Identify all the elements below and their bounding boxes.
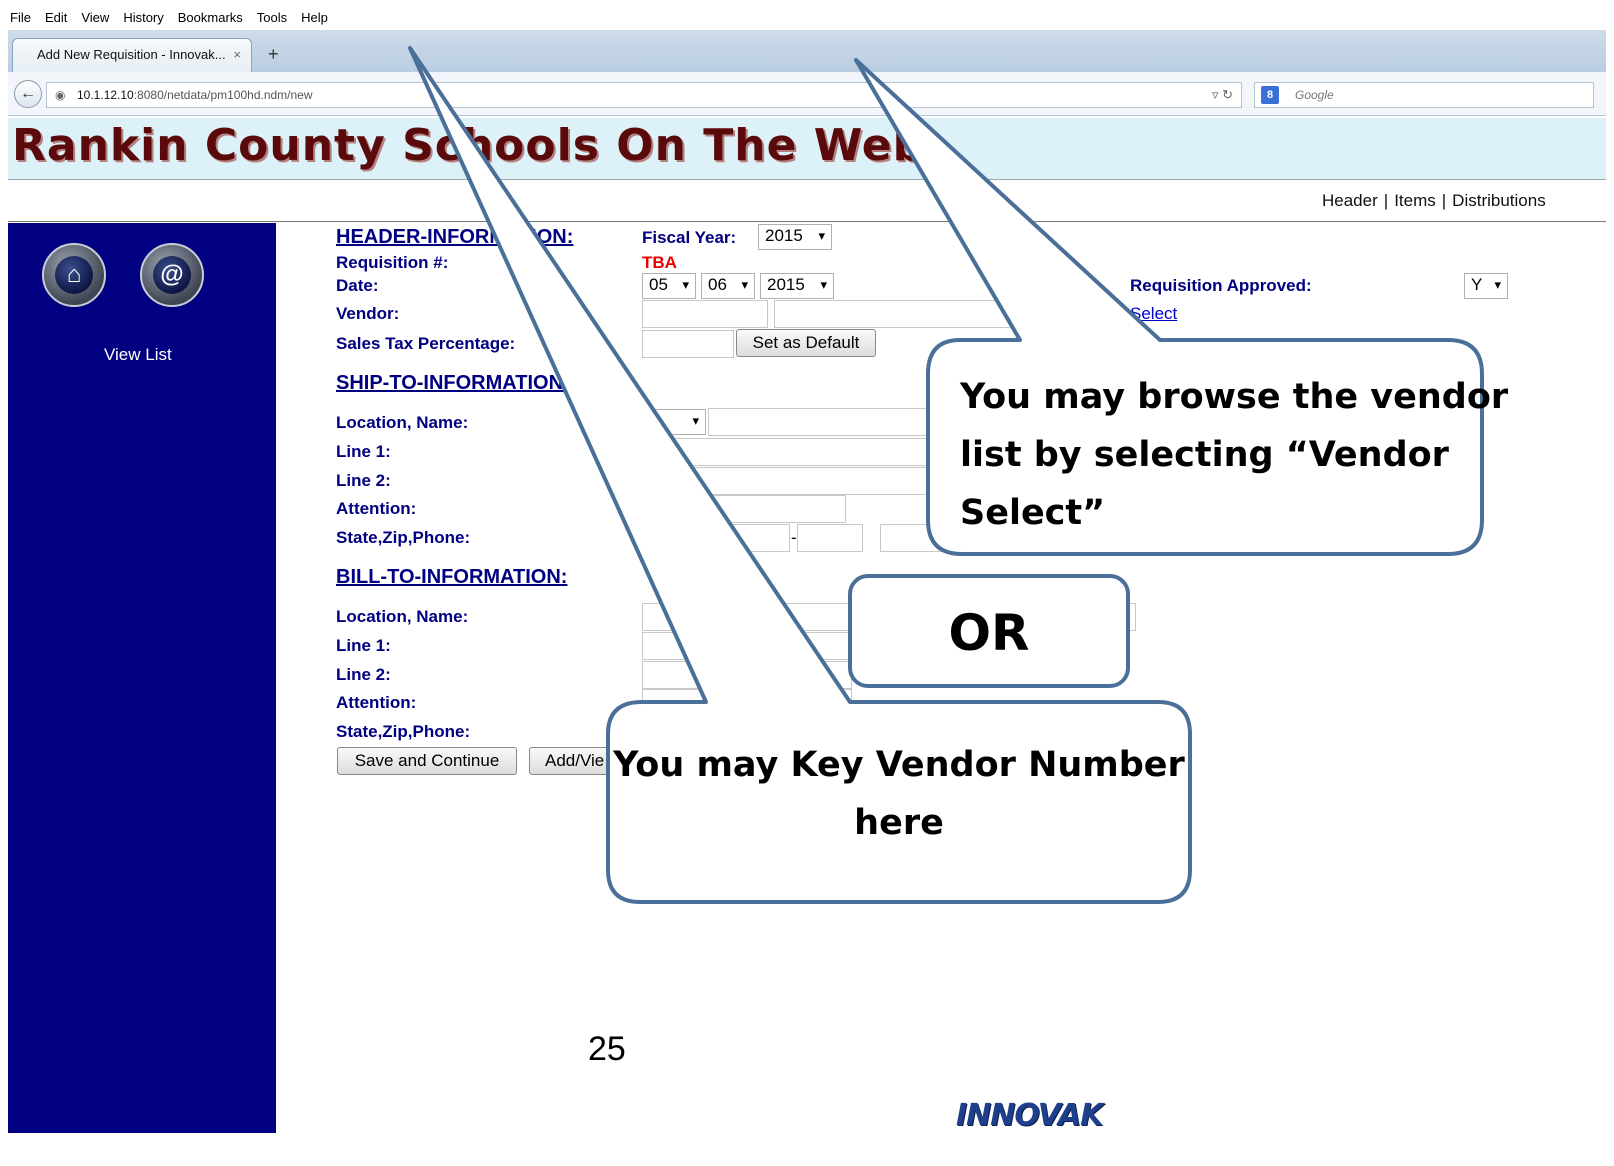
key-callout-text: You may Key Vendor Number here <box>608 736 1190 852</box>
key-callout-line: You may Key Vendor Number <box>613 745 1185 785</box>
browse-callout-line: list by selecting “Vendor <box>960 435 1449 475</box>
or-callout-text: OR <box>948 604 1030 662</box>
innovak-logo: INNOVAK <box>956 1098 1103 1133</box>
key-callout-line: here <box>854 803 944 843</box>
browse-callout-line: You may browse the vendor <box>960 377 1509 417</box>
screenshot: File Edit View History Bookmarks Tools H… <box>0 0 1614 1166</box>
browse-callout-text: You may browse the vendor list by select… <box>960 368 1508 542</box>
browse-callout-line: Select” <box>960 493 1106 533</box>
page-number: 25 <box>588 1030 626 1068</box>
callout-layer <box>408 46 1484 904</box>
